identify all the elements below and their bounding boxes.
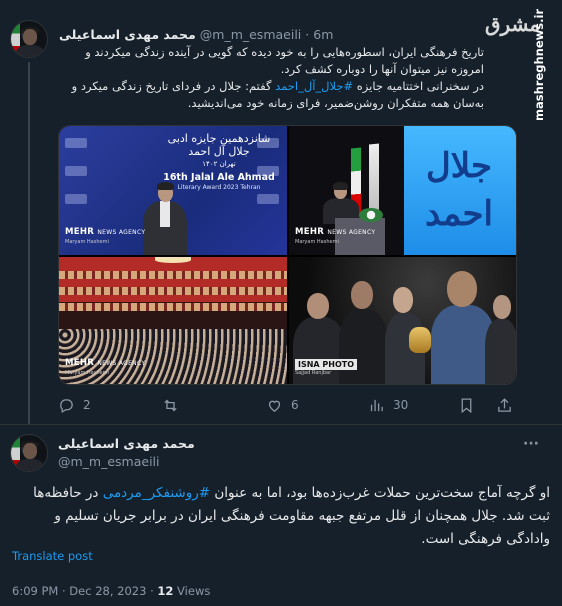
author-handle[interactable]: @m_m_esmaeili bbox=[200, 27, 302, 42]
speaker-figure bbox=[141, 182, 189, 255]
figure-head bbox=[493, 295, 511, 319]
watermark-text: MEHR bbox=[295, 227, 325, 237]
banner-title: شانزدهمین جایزه ادبی جلال آل احمد تهران … bbox=[155, 132, 283, 171]
watermark-text: MEHR bbox=[65, 358, 95, 368]
text-segment: در سخنرانی اختتامیه جایزه bbox=[353, 79, 484, 93]
award-trophy bbox=[409, 327, 431, 353]
figure-body bbox=[485, 319, 516, 384]
share-button[interactable] bbox=[496, 394, 513, 416]
translate-link[interactable]: Translate post bbox=[12, 549, 93, 563]
banner-logo bbox=[65, 138, 87, 148]
tweet-actions: 2 6 30 bbox=[58, 394, 518, 416]
balcony-row bbox=[59, 303, 287, 311]
photo-credit: Maryam Hashemi bbox=[295, 239, 339, 245]
site-watermark: mashreghnews.ir bbox=[532, 8, 546, 122]
like-count: 6 bbox=[291, 398, 299, 412]
photo-credit: Sajjad Ranjbar bbox=[295, 370, 332, 376]
watermark-text: MEHR bbox=[65, 227, 95, 237]
tweet-time[interactable]: 6m bbox=[313, 27, 333, 42]
avatar-body bbox=[16, 459, 44, 471]
tweet-text: او گرچه آماج سخت‌ترین حملات غرب‌زده‌ها ب… bbox=[12, 482, 550, 551]
tweet-header: محمد مهدی اسماعیلی @m_m_esmaeili · 6m bbox=[59, 24, 333, 44]
share-icon bbox=[498, 397, 511, 412]
retweet-button[interactable] bbox=[162, 394, 187, 416]
banner-logo bbox=[65, 194, 87, 204]
hashtag-link[interactable]: #جلال_آل_احمد bbox=[275, 79, 353, 93]
flowers bbox=[359, 208, 383, 222]
balcony-row bbox=[59, 287, 287, 295]
reply-count: 2 bbox=[83, 398, 91, 412]
figure-body bbox=[339, 309, 387, 384]
views-label: Views bbox=[173, 584, 211, 598]
watermark-text: NEWS AGENCY bbox=[97, 360, 146, 367]
photo-watermark: MEHR NEWS AGENCY bbox=[295, 227, 375, 237]
photo-watermark: MEHR NEWS AGENCY bbox=[65, 358, 145, 368]
banner-title-line: تهران ۱۴۰۲ bbox=[202, 160, 236, 168]
more-options-icon[interactable]: ··· bbox=[519, 437, 543, 456]
tweet-timestamp[interactable]: 6:09 PM · Dec 28, 2023 · bbox=[12, 584, 157, 598]
views-count: 30 bbox=[393, 398, 409, 412]
figure-head bbox=[393, 287, 413, 313]
calligraphy-text: جلال احمد bbox=[425, 146, 493, 234]
banner-title-line: شانزدهمین جایزه ادبی bbox=[167, 132, 271, 145]
watermark-text: NEWS AGENCY bbox=[97, 229, 146, 236]
photo-credit: Maryam Hashemi bbox=[65, 239, 109, 245]
banner-logo bbox=[257, 194, 279, 204]
bookmark-icon bbox=[461, 397, 472, 413]
separator-dot: · bbox=[305, 26, 310, 42]
banner-english-title: 16th Jalal Ale Ahmad bbox=[163, 172, 275, 183]
avatar[interactable] bbox=[10, 434, 48, 472]
chandelier bbox=[155, 257, 191, 263]
thread-connector-line bbox=[28, 62, 30, 424]
photo-award-banner[interactable]: شانزدهمین جایزه ادبی جلال آل احمد تهران … bbox=[59, 126, 287, 255]
photo-credit: Maryam Hashemi bbox=[65, 370, 109, 376]
avatar[interactable] bbox=[10, 20, 48, 58]
banner-logo bbox=[65, 166, 87, 176]
photo-award-ceremony[interactable]: ISNA PHOTO Sajjad Ranjbar bbox=[289, 257, 516, 384]
avatar-body bbox=[16, 45, 44, 57]
figure-shirt bbox=[160, 201, 170, 227]
photo-watermark: MEHR NEWS AGENCY bbox=[65, 227, 145, 237]
balcony-row bbox=[59, 271, 287, 279]
bar-chart-icon bbox=[370, 399, 383, 411]
banner-title-line: جلال آل احمد bbox=[188, 145, 250, 158]
author-name[interactable]: محمد مهدی اسماعیلی bbox=[59, 27, 196, 42]
views-count: 12 bbox=[157, 584, 174, 598]
avatar-face bbox=[23, 443, 37, 459]
audience-crowd bbox=[59, 329, 287, 384]
author-handle[interactable]: @m_m_esmaeili bbox=[58, 454, 160, 469]
photo-watermark: ISNA PHOTO bbox=[295, 359, 358, 370]
tweet-metadata: 6:09 PM · Dec 28, 2023 · 12 Views bbox=[12, 584, 210, 598]
retweet-icon bbox=[164, 399, 177, 411]
reply-button[interactable]: 2 bbox=[58, 394, 91, 416]
photo-podium[interactable]: جلال احمد MEHR NEWS AGENCY Maryam Hashem… bbox=[289, 126, 516, 255]
figure-hair bbox=[157, 182, 174, 190]
tweet-thread: محمد مهدی اسماعیلی @m_m_esmaeili · 6m مش… bbox=[0, 0, 562, 606]
like-button[interactable]: 6 bbox=[266, 394, 299, 416]
figure-head bbox=[307, 293, 329, 319]
photo-grid: شانزدهمین جایزه ادبی جلال آل احمد تهران … bbox=[58, 125, 517, 385]
reply-icon bbox=[60, 398, 73, 413]
author-name[interactable]: محمد مهدی اسماعیلی bbox=[58, 436, 195, 451]
hashtag-link[interactable]: #روشنفکر_مردمی bbox=[103, 485, 210, 501]
watermark-text: NEWS AGENCY bbox=[327, 229, 376, 236]
divider bbox=[0, 424, 562, 425]
mashregh-logo: مشرق bbox=[485, 12, 541, 36]
tweet-paragraph: تاریخ فرهنگی ایران، اسطوره‌هایی را به خو… bbox=[85, 45, 484, 76]
figure-head bbox=[447, 271, 477, 307]
figure-hair bbox=[333, 182, 348, 190]
avatar-face bbox=[23, 29, 37, 45]
bookmark-button[interactable] bbox=[458, 394, 475, 416]
heart-icon bbox=[268, 400, 281, 412]
text-segment: او گرچه آماج سخت‌ترین حملات غرب‌زده‌ها ب… bbox=[210, 485, 550, 501]
tweet-text: تاریخ فرهنگی ایران، اسطوره‌هایی را به خو… bbox=[52, 44, 484, 112]
figure-head bbox=[351, 281, 373, 309]
views-button[interactable]: 30 bbox=[368, 394, 408, 416]
tweet-paragraph: در سخنرانی اختتامیه جایزه #جلال_آل_احمد … bbox=[52, 78, 484, 112]
photo-audience-hall[interactable]: MEHR NEWS AGENCY Maryam Hashemi bbox=[59, 257, 287, 384]
